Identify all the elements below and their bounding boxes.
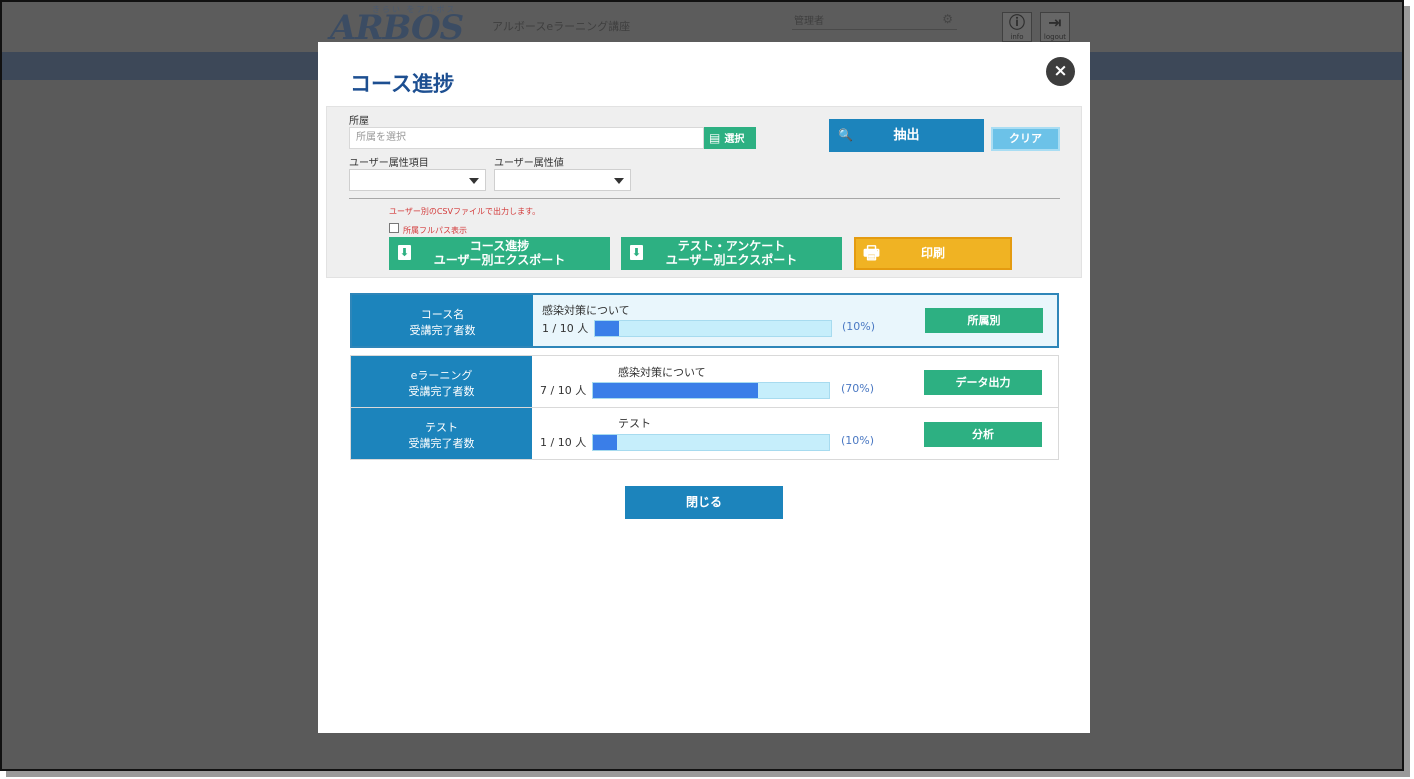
course-name: 感染対策について [542, 304, 630, 317]
completed-count: 7 / 10 人 [540, 384, 587, 397]
progress-row: コース名 受講完了者数 感染対策について 1 / 10 人 (10%) 所属別 [352, 295, 1057, 346]
org-label: 所屋 [349, 116, 369, 127]
row-header-line1: コース名 [420, 308, 465, 321]
progress-percent: (70%) [841, 382, 875, 395]
csv-note: ユーザー別のCSVファイルで出力します。 [389, 207, 541, 216]
progress-bar [592, 434, 830, 451]
attr-item-label: ユーザー属性項目 [349, 158, 429, 169]
divider [349, 198, 1060, 199]
row-header-line2: 受講完了者数 [409, 324, 476, 337]
site-title: アルボースeラーニング講座 [492, 20, 631, 33]
filter-panel: 所屋 所属を選択 ▤ 選択 ユーザー属性項目 ユーザー属性値 🔍 抽出 クリア ユ… [326, 106, 1082, 278]
print-label: 印刷 [920, 246, 945, 260]
user-label: 管理者 [794, 16, 824, 27]
close-button[interactable]: 閉じる [625, 486, 783, 519]
modal-title: コース進捗 [350, 72, 454, 96]
completed-count: 1 / 10 人 [542, 322, 589, 335]
org-select-label: 選択 [724, 134, 745, 145]
clear-button[interactable]: クリア [991, 127, 1060, 151]
analysis-button[interactable]: 分析 [924, 422, 1042, 447]
data-output-button[interactable]: データ出力 [924, 370, 1042, 395]
attr-item-select[interactable] [349, 169, 486, 191]
export-course-progress-button[interactable]: ⬇ コース進捗 ユーザー別エクスポート [389, 237, 610, 270]
extract-button[interactable]: 🔍 抽出 [829, 119, 984, 152]
row-header-line1: テスト [425, 421, 458, 434]
attr-value-label: ユーザー属性値 [494, 158, 564, 169]
by-organization-button[interactable]: 所属別 [925, 308, 1043, 333]
progress-row: eラーニング 受講完了者数 感染対策について 7 / 10 人 (70%) デー… [351, 356, 1058, 408]
progress-percent: (10%) [842, 320, 876, 333]
chevron-down-icon [469, 178, 479, 184]
progress-row: テスト 受講完了者数 テスト 1 / 10 人 (10%) 分析 [351, 408, 1058, 459]
export-test-survey-button[interactable]: ⬇ テスト・アンケート ユーザー別エクスポート [621, 237, 842, 270]
row-header-line2: 受講完了者数 [408, 437, 475, 450]
progress-bar-fill [593, 383, 759, 398]
export-course-line2: ユーザー別エクスポート [433, 253, 566, 267]
progress-bar [594, 320, 832, 337]
course-progress-modal: コース進捗 × 所屋 所属を選択 ▤ 選択 ユーザー属性項目 ユーザー属性値 🔍 … [318, 42, 1090, 733]
chevron-down-icon [614, 178, 624, 184]
detail-progress-box: eラーニング 受講完了者数 感染対策について 7 / 10 人 (70%) デー… [350, 355, 1059, 460]
list-icon: ▤ [709, 131, 721, 145]
progress-percent: (10%) [841, 434, 875, 447]
export-test-line1: テスト・アンケート [677, 239, 786, 253]
test-name: テスト [618, 417, 651, 430]
download-icon: ⬇ [398, 245, 411, 260]
progress-bar-fill [595, 321, 619, 336]
fullpath-checkbox[interactable] [389, 223, 399, 233]
logout-icon: ⇥ [1048, 13, 1062, 32]
org-input[interactable]: 所属を選択 [349, 127, 704, 149]
logout-label: logout [1043, 33, 1067, 41]
printer-icon: 🖶 [863, 243, 880, 264]
row-header-line2: 受講完了者数 [408, 385, 475, 398]
progress-bar [592, 382, 830, 399]
print-button[interactable]: 🖶 印刷 [854, 237, 1012, 270]
course-summary-box: コース名 受講完了者数 感染対策について 1 / 10 人 (10%) 所属別 [350, 293, 1059, 348]
attr-value-select[interactable] [494, 169, 631, 191]
info-button: ⓘ info [1002, 12, 1032, 42]
info-label: info [1010, 33, 1024, 41]
progress-bar-fill [593, 435, 617, 450]
search-icon: 🔍 [838, 128, 853, 142]
app-window: きらい をアルボス ARBOS アルボースeラーニング講座 管理者 ⚙ ⓘ in… [0, 0, 1404, 771]
row-header: テスト 受講完了者数 [351, 408, 532, 459]
extract-label: 抽出 [893, 128, 920, 143]
row-header: コース名 受講完了者数 [352, 295, 533, 346]
export-course-line1: コース進捗 [469, 239, 530, 253]
user-field: 管理者 ⚙ [792, 12, 957, 30]
fullpath-label: 所属フルパス表示 [403, 226, 467, 235]
export-test-line2: ユーザー別エクスポート [665, 253, 798, 267]
close-icon[interactable]: × [1046, 57, 1075, 86]
row-header-line1: eラーニング [410, 369, 473, 382]
org-select-button[interactable]: ▤ 選択 [704, 127, 756, 149]
gear-icon: ⚙ [942, 12, 953, 26]
info-icon: ⓘ [1008, 13, 1025, 32]
logout-button: ⇥ logout [1040, 12, 1070, 42]
completed-count: 1 / 10 人 [540, 436, 587, 449]
row-header: eラーニング 受講完了者数 [351, 356, 532, 407]
download-icon: ⬇ [630, 245, 643, 260]
elearning-name: 感染対策について [618, 366, 706, 379]
